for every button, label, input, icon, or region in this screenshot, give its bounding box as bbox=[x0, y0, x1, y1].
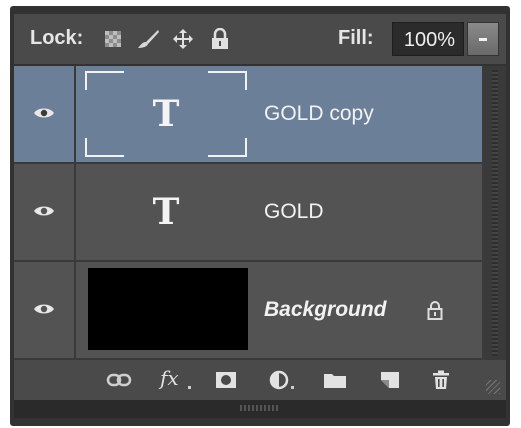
new-group-icon[interactable] bbox=[322, 369, 348, 391]
layers-list: T GOLD copy T GOLD Background bbox=[14, 66, 506, 360]
transparency-lock-icon[interactable] bbox=[102, 28, 124, 50]
dropdown-arrow-icon bbox=[479, 38, 487, 41]
link-layers-icon[interactable] bbox=[106, 369, 132, 391]
eye-icon bbox=[34, 108, 54, 118]
layer-thumbnail[interactable]: T bbox=[84, 168, 248, 256]
eye-icon bbox=[34, 206, 54, 216]
layer-thumbnail[interactable]: T bbox=[84, 70, 248, 158]
text-layer-icon: T bbox=[152, 191, 180, 233]
horizontal-scrollbar[interactable] bbox=[14, 400, 506, 418]
dropdown-dot-icon bbox=[188, 386, 191, 389]
lock-label: Lock: bbox=[30, 27, 84, 49]
eye-icon bbox=[34, 304, 54, 314]
fill-label: Fill: bbox=[338, 27, 374, 49]
layer-name[interactable]: Background bbox=[264, 298, 387, 322]
layer-row[interactable]: T GOLD copy bbox=[14, 66, 482, 164]
visibility-toggle[interactable] bbox=[14, 66, 76, 162]
layer-row[interactable]: Background bbox=[14, 262, 482, 360]
visibility-toggle[interactable] bbox=[14, 164, 76, 260]
vertical-scrollbar[interactable] bbox=[484, 66, 506, 360]
brush-lock-icon[interactable] bbox=[136, 28, 159, 50]
resize-grip[interactable] bbox=[486, 380, 500, 394]
move-lock-icon[interactable] bbox=[172, 28, 194, 50]
fill-value: 100% bbox=[403, 29, 455, 51]
text-layer-icon: T bbox=[152, 93, 180, 135]
scroll-thumb[interactable] bbox=[240, 405, 280, 411]
layers-toolbar: fx bbox=[14, 360, 506, 400]
layer-thumbnail[interactable] bbox=[88, 268, 248, 350]
padlock-icon[interactable] bbox=[210, 27, 232, 50]
scroll-track[interactable] bbox=[492, 70, 498, 356]
adjustment-layer-icon[interactable] bbox=[268, 369, 298, 391]
layer-row[interactable]: T GOLD bbox=[14, 164, 482, 262]
visibility-toggle[interactable] bbox=[14, 262, 76, 358]
fx-layer-style-icon[interactable]: fx bbox=[160, 366, 179, 390]
new-layer-icon[interactable] bbox=[378, 369, 402, 391]
layer-name[interactable]: GOLD copy bbox=[264, 102, 374, 126]
layer-mask-icon[interactable] bbox=[214, 369, 238, 391]
trash-icon[interactable] bbox=[430, 369, 452, 391]
lock-bar: Lock: Fill: 100% bbox=[14, 14, 506, 64]
layer-name[interactable]: GOLD bbox=[264, 200, 324, 224]
fill-input[interactable]: 100% bbox=[392, 22, 464, 56]
fill-dropdown-button[interactable] bbox=[467, 22, 499, 56]
lock-icon bbox=[427, 301, 443, 320]
